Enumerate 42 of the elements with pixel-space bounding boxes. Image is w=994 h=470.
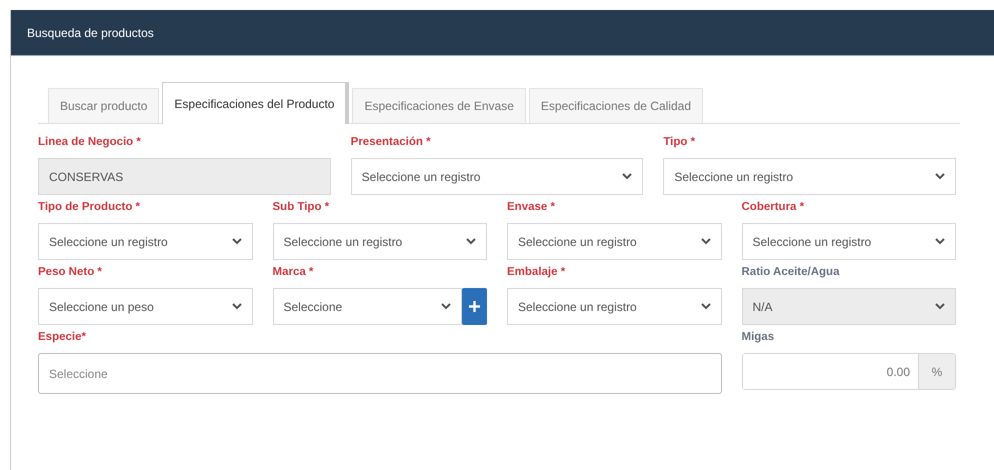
tab[interactable]: Especificaciones de Calidad (528, 88, 703, 123)
field-label: Tipo * (663, 136, 696, 150)
input-field[interactable]: Seleccione (38, 353, 722, 394)
field-label: Linea de Negocio * (38, 136, 142, 150)
field-label: Cobertura * (742, 201, 806, 215)
percent-field[interactable]: 0.00 % (742, 353, 956, 390)
field-label: Peso Neto * (38, 266, 103, 280)
chevron-down-icon (622, 173, 632, 180)
dropdown[interactable]: Seleccione (272, 288, 462, 325)
field-label: Tipo de Producto * (38, 201, 142, 215)
dropdown[interactable]: Seleccione un registro (663, 158, 956, 195)
tab[interactable]: Buscar producto (48, 88, 160, 123)
chevron-down-icon (935, 303, 945, 310)
chevron-down-icon (232, 238, 242, 245)
field-label: Marca * (272, 266, 314, 280)
dropdown[interactable]: Seleccione un peso (38, 288, 252, 325)
field-label: Sub Tipo * (272, 201, 330, 215)
field-label: Migas (742, 331, 776, 345)
dropdown[interactable]: Seleccione un registro (507, 223, 722, 260)
field-label: Presentación * (350, 136, 432, 150)
chevron-down-icon (935, 238, 945, 245)
dropdown[interactable]: Seleccione un registro (350, 158, 644, 195)
tab[interactable]: Especificaciones de Envase (352, 88, 526, 123)
add-button[interactable] (462, 288, 487, 325)
dropdown[interactable]: Seleccione un registro (272, 223, 487, 260)
chevron-down-icon (935, 173, 945, 180)
plus-icon (469, 301, 480, 312)
dropdown[interactable]: Seleccione un registro (38, 223, 252, 260)
field-label: Especie* (38, 331, 87, 345)
chevron-down-icon (232, 303, 242, 310)
tab[interactable]: Especificaciones del Producto (162, 82, 350, 124)
chevron-down-icon (700, 303, 710, 310)
window-title: Busqueda de productos (27, 26, 154, 40)
chevron-down-icon (700, 238, 710, 245)
field-label: Envase * (507, 201, 556, 215)
percent-addon: % (918, 354, 955, 389)
field-label: Ratio Aceite/Agua (742, 266, 840, 280)
chevron-down-icon (441, 303, 451, 310)
dropdown[interactable]: Seleccione un registro (742, 223, 956, 260)
field-label: Embalaje * (507, 266, 566, 280)
chevron-down-icon (466, 238, 476, 245)
dropdown[interactable]: Seleccione un registro (507, 288, 722, 325)
